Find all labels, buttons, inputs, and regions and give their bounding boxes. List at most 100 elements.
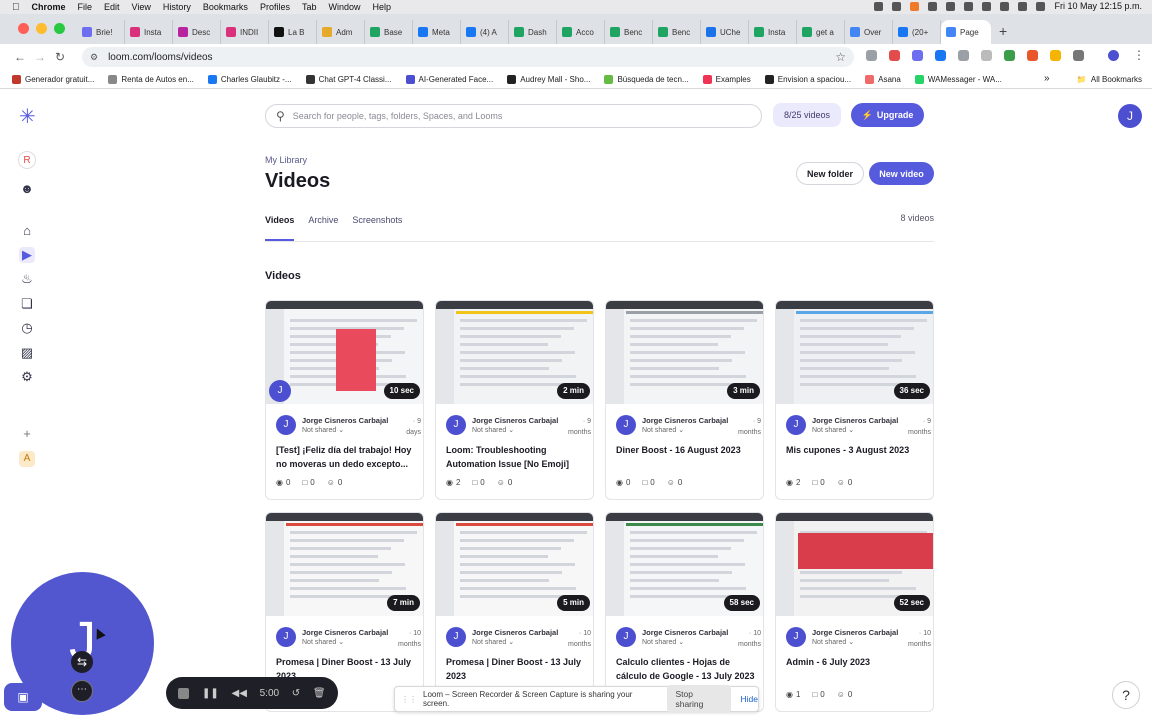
pause-icon[interactable]: ❚❚ — [202, 688, 219, 699]
new-folder-button[interactable]: New folder — [796, 162, 864, 185]
video-thumbnail[interactable]: 52 sec — [776, 513, 933, 616]
chrome-menu-icon[interactable]: ⋮ — [1133, 48, 1145, 62]
author-avatar[interactable]: J — [616, 627, 636, 647]
extension-icon[interactable] — [981, 50, 992, 61]
bookmark-item[interactable]: Audrey Mall - Sho... — [507, 74, 590, 84]
more-options-icon[interactable]: ⋯ — [71, 680, 93, 702]
extension-icon[interactable] — [1050, 50, 1061, 61]
browser-tab[interactable]: Meta — [413, 20, 461, 44]
browser-tab[interactable]: Insta — [125, 20, 173, 44]
extension-icon[interactable] — [958, 50, 969, 61]
hide-banner-link[interactable]: Hide — [741, 694, 758, 704]
video-title[interactable]: Calculo clientes - Hojas de cálculo de G… — [616, 655, 761, 683]
bookmark-item[interactable]: Búsqueda de tecn... — [604, 74, 689, 84]
loom-extension-icon[interactable] — [912, 50, 923, 61]
browser-tab[interactable]: Base — [365, 20, 413, 44]
video-count-badge[interactable]: 8/25 videos — [773, 103, 841, 127]
menu-window[interactable]: Window — [328, 2, 360, 12]
help-button[interactable]: ? — [1112, 681, 1140, 709]
close-window-icon[interactable] — [18, 23, 29, 34]
browser-tab[interactable]: Dash — [509, 20, 557, 44]
browser-tab[interactable]: Adm — [317, 20, 365, 44]
video-title[interactable]: Diner Boost - 16 August 2023 — [616, 443, 761, 457]
bookmark-item[interactable]: Generador gratuit... — [12, 74, 94, 84]
search-input[interactable]: ⚲ Search for people, tags, folders, Spac… — [265, 104, 762, 128]
restart-icon[interactable]: ↺ — [292, 688, 300, 699]
author-avatar[interactable]: J — [276, 627, 296, 647]
video-thumbnail[interactable]: 36 sec — [776, 301, 933, 404]
battery-icon[interactable] — [982, 1, 992, 11]
keyboard-icon[interactable] — [946, 1, 956, 11]
browser-tab[interactable]: La B — [269, 20, 317, 44]
video-thumbnail[interactable]: 58 sec — [606, 513, 763, 616]
browser-tab[interactable]: Page — [941, 20, 991, 44]
video-card[interactable]: 2 min J Jorge Cisneros Carbajal Not shared … — [435, 300, 594, 500]
more-bookmarks-icon[interactable]: » — [1044, 73, 1050, 84]
browser-tab[interactable]: Acco — [557, 20, 605, 44]
bookmark-item[interactable]: Renta de Autos en... — [108, 74, 194, 84]
browser-tab[interactable]: Benc — [653, 20, 701, 44]
rewind-icon[interactable]: ◀◀ — [232, 688, 247, 699]
video-card[interactable]: 52 sec J Jorge Cisneros Carbajal Not shared… — [775, 512, 934, 712]
video-title[interactable]: Promesa | Diner Boost - 13 July 2023 — [446, 655, 591, 683]
share-status-dropdown[interactable]: Not shared ⌄ — [812, 426, 854, 434]
new-video-button[interactable]: New video — [869, 162, 934, 185]
menu-view[interactable]: View — [132, 2, 151, 12]
maximize-window-icon[interactable] — [54, 23, 65, 34]
author-avatar[interactable]: J — [446, 415, 466, 435]
breadcrumb[interactable]: My Library — [265, 155, 307, 165]
loom-logo-icon[interactable]: ✳ — [19, 107, 36, 127]
mic-active-icon[interactable] — [910, 1, 920, 11]
new-tab-icon[interactable]: + — [999, 23, 1007, 39]
stop-recording-icon[interactable] — [178, 687, 190, 699]
author-avatar[interactable]: J — [446, 627, 466, 647]
bookmark-item[interactable]: Asana — [865, 74, 901, 84]
browser-tab[interactable]: INDII — [221, 20, 269, 44]
video-thumbnail[interactable]: 2 min — [436, 301, 593, 404]
extension-icon[interactable] — [889, 50, 900, 61]
video-title[interactable]: Mis cupones - 3 August 2023 — [786, 443, 931, 457]
mic-icon[interactable] — [874, 1, 884, 11]
drag-handle-icon[interactable]: ⋮⋮ — [401, 695, 417, 704]
browser-tab[interactable]: (4) A — [461, 20, 509, 44]
home-icon[interactable]: ⌂ — [19, 223, 35, 239]
extension-icon[interactable] — [935, 50, 946, 61]
extension-icon[interactable] — [1004, 50, 1015, 61]
search-icon[interactable] — [1018, 1, 1028, 11]
share-status-dropdown[interactable]: Not shared ⌄ — [642, 426, 684, 434]
workspace-avatar-secondary[interactable]: A — [19, 451, 35, 467]
bookmark-item[interactable]: Examples — [702, 74, 751, 84]
browser-tab[interactable]: Brie! — [77, 20, 125, 44]
tab-videos[interactable]: Videos — [265, 215, 295, 241]
extension-icon[interactable] — [866, 50, 877, 61]
author-avatar[interactable]: J — [616, 415, 636, 435]
video-card[interactable]: J 10 sec J Jorge Cisneros Carbajal Not share… — [265, 300, 424, 500]
bookmark-item[interactable]: AI-Generated Face... — [405, 74, 493, 84]
browser-tab[interactable]: UChe — [701, 20, 749, 44]
minimize-window-icon[interactable] — [36, 23, 47, 34]
profile-avatar-icon[interactable] — [1108, 50, 1119, 61]
tab-screenshots[interactable]: Screenshots — [352, 215, 402, 225]
menu-file[interactable]: File — [78, 2, 93, 12]
bookmark-item[interactable]: Chat GPT-4 Classi... — [305, 74, 392, 84]
add-workspace-icon[interactable]: + — [19, 426, 35, 442]
video-card[interactable]: 36 sec J Jorge Cisneros Carbajal Not shared… — [775, 300, 934, 500]
menu-app-name[interactable]: Chrome — [32, 2, 66, 12]
back-arrow-icon[interactable]: ← — [10, 50, 30, 64]
site-info-icon[interactable]: ⚙ — [90, 52, 98, 63]
browser-tab[interactable]: Desc — [173, 20, 221, 44]
browser-tab[interactable]: Insta — [749, 20, 797, 44]
video-title[interactable]: [Test] ¡Feliz día del trabajo! Hoy no mo… — [276, 443, 421, 471]
video-thumbnail[interactable]: 7 min — [266, 513, 423, 616]
reload-icon[interactable]: ↻ — [50, 50, 70, 64]
video-thumbnail[interactable]: 5 min — [436, 513, 593, 616]
clock-icon[interactable]: ◷ — [19, 320, 35, 336]
bell-icon[interactable]: ♨ — [19, 271, 35, 287]
menu-history[interactable]: History — [163, 2, 191, 12]
extensions-puzzle-icon[interactable] — [1073, 50, 1084, 61]
menu-help[interactable]: Help — [372, 2, 391, 12]
record-icon[interactable] — [928, 1, 938, 11]
browser-tab[interactable]: (20+ — [893, 20, 941, 44]
share-status-dropdown[interactable]: Not shared ⌄ — [812, 638, 854, 646]
upgrade-button[interactable]: ⚡ Upgrade — [851, 103, 924, 127]
